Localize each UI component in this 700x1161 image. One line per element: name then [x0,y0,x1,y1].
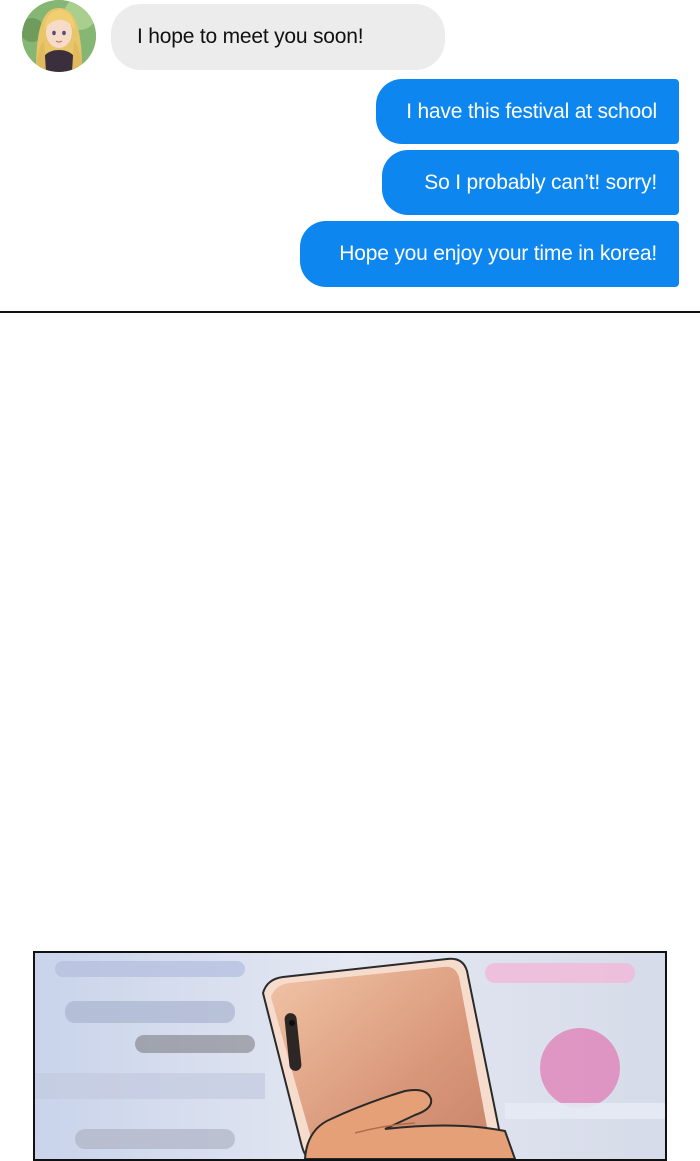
incoming-message-text: I hope to meet you soon! [137,25,364,48]
phone-in-hand-illustration [35,953,665,1159]
outgoing-message-text: Hope you enjoy your time in korea! [339,242,657,265]
incoming-message-bubble[interactable]: I hope to meet you soon! [111,4,445,70]
contact-avatar[interactable] [22,0,96,72]
outgoing-message-bubble[interactable]: Hope you enjoy your time in korea! [300,221,679,287]
outgoing-message-bubble[interactable]: I have this festival at school [376,79,679,144]
comic-panel-phone [33,951,667,1161]
avatar-illustration [22,0,96,72]
outgoing-message-bubble[interactable]: So I probably can’t! sorry! [382,150,679,215]
panel-divider [0,311,700,313]
outgoing-message-text: So I probably can’t! sorry! [424,170,657,194]
outgoing-message-text: I have this festival at school [406,99,657,123]
chat-panel: I hope to meet you soon! I have this fes… [0,0,700,312]
